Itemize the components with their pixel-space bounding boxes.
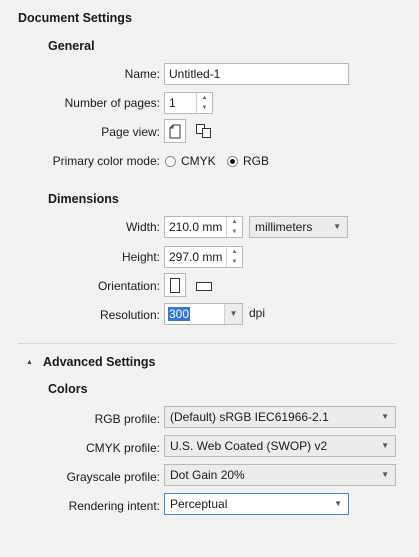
rendering-intent-value: Perceptual (170, 497, 228, 511)
orientation-label: Orientation: (97, 279, 160, 293)
chevron-down-icon: ▼ (381, 470, 389, 479)
advanced-settings-toggle[interactable]: ▲ Advanced Settings (26, 355, 155, 369)
landscape-orientation-button[interactable] (195, 280, 215, 294)
general-heading: General (48, 39, 95, 53)
height-stepper[interactable]: 297.0 mm ▲ ▼ (164, 246, 243, 268)
pages-value: 1 (169, 96, 176, 110)
cmyk-profile-dropdown[interactable]: U.S. Web Coated (SWOP) v2 ▼ (164, 435, 396, 457)
dialog-title: Document Settings (18, 11, 132, 25)
landscape-icon (196, 282, 212, 291)
spin-down-icon[interactable]: ▼ (227, 257, 242, 267)
width-label: Width: (125, 220, 160, 234)
single-page-view-button[interactable] (164, 119, 186, 143)
cmyk-profile-value: U.S. Web Coated (SWOP) v2 (170, 439, 328, 453)
cmyk-radio[interactable] (165, 155, 176, 167)
resolution-label: Resolution: (99, 308, 160, 322)
grayscale-profile-label: Grayscale profile: (66, 470, 160, 484)
grayscale-profile-value: Dot Gain 20% (170, 468, 245, 482)
cmyk-profile-label: CMYK profile: (85, 441, 160, 455)
grayscale-profile-dropdown[interactable]: Dot Gain 20% ▼ (164, 464, 396, 486)
portrait-orientation-button[interactable] (164, 273, 186, 297)
advanced-heading: Advanced Settings (42, 355, 156, 369)
pages-label: Number of pages: (64, 96, 160, 110)
rgb-profile-label: RGB profile: (94, 412, 160, 426)
rendering-intent-dropdown[interactable]: Perceptual ▼ (164, 493, 349, 515)
height-value: 297.0 mm (169, 250, 223, 264)
pages-stepper[interactable]: 1 ▲ ▼ (164, 92, 213, 114)
single-page-icon (169, 124, 181, 138)
units-value: millimeters (255, 220, 313, 234)
chevron-down-icon: ▼ (229, 309, 238, 318)
color-mode-cmyk-option[interactable]: CMYK (165, 152, 216, 170)
name-label: Name: (124, 67, 160, 81)
cmyk-radio-label: CMYK (181, 154, 216, 168)
dimensions-heading: Dimensions (48, 192, 119, 206)
spin-down-icon[interactable]: ▼ (227, 227, 242, 237)
height-label: Height: (121, 250, 160, 264)
page-view-label: Page view: (101, 125, 160, 139)
collapse-triangle-icon: ▲ (26, 358, 33, 366)
resolution-unit: dpi (249, 306, 266, 320)
chevron-down-icon: ▼ (381, 412, 389, 421)
section-divider (18, 343, 396, 344)
chevron-down-icon: ▼ (334, 499, 342, 508)
chevron-down-icon: ▼ (381, 441, 389, 450)
pages-spin[interactable]: ▲ ▼ (196, 93, 212, 113)
portrait-icon (170, 277, 180, 293)
chevron-down-icon: ▼ (333, 222, 341, 231)
facing-pages-icon (196, 124, 211, 138)
name-input[interactable]: Untitled-1 (164, 63, 349, 85)
resolution-combo[interactable]: 300 ▼ (164, 303, 243, 325)
rgb-profile-value: (Default) sRGB IEC61966-2.1 (170, 410, 329, 424)
width-spin[interactable]: ▲ ▼ (226, 217, 242, 237)
spin-down-icon[interactable]: ▼ (197, 103, 212, 113)
width-stepper[interactable]: 210.0 mm ▲ ▼ (164, 216, 243, 238)
resolution-dropdown-button[interactable]: ▼ (224, 304, 242, 324)
resolution-value: 300 (168, 307, 191, 321)
color-mode-label: Primary color mode: (52, 154, 160, 168)
facing-pages-view-button[interactable] (195, 123, 215, 141)
rgb-radio-label: RGB (243, 154, 270, 168)
units-dropdown[interactable]: millimeters ▼ (249, 216, 348, 238)
colors-heading: Colors (48, 382, 88, 396)
rgb-profile-dropdown[interactable]: (Default) sRGB IEC61966-2.1 ▼ (164, 406, 396, 428)
width-value: 210.0 mm (169, 220, 223, 234)
height-spin[interactable]: ▲ ▼ (226, 247, 242, 267)
rgb-radio[interactable] (227, 155, 238, 167)
color-mode-rgb-option[interactable]: RGB (227, 152, 269, 170)
rendering-intent-label: Rendering intent: (68, 499, 160, 513)
